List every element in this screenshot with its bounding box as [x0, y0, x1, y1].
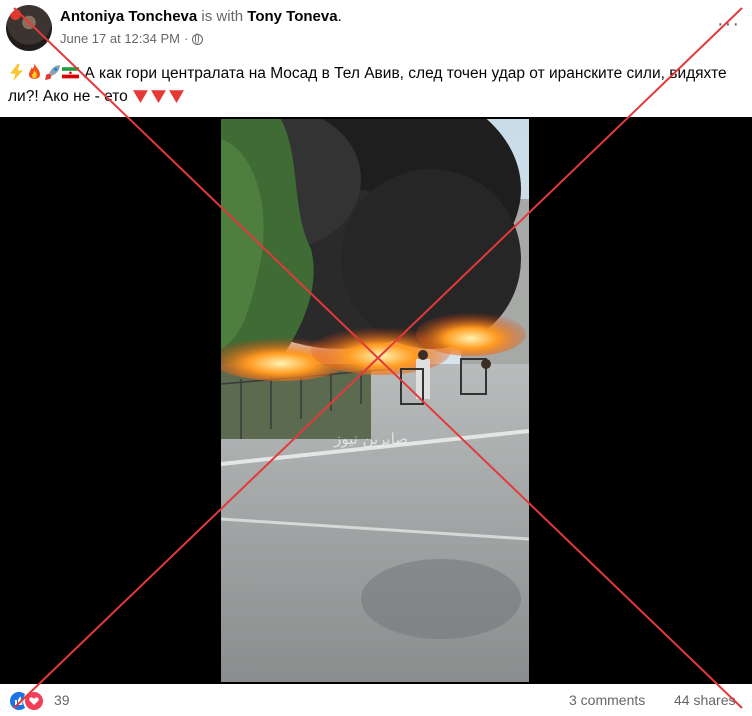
- high-voltage-emoji: [10, 64, 23, 81]
- comments-count-link[interactable]: 3 comments: [569, 692, 645, 708]
- post-text: А как гори централата на Мосад в Тел Ави…: [8, 62, 748, 108]
- post-body-text: А как гори централата на Мосад в Тел Ави…: [8, 65, 727, 105]
- post-header: Antoniya Toncheva is with Tony Toneva. J…: [0, 0, 752, 58]
- video-frame[interactable]: صابرين نيوز: [221, 119, 529, 682]
- author-line: Antoniya Toncheva is with Tony Toneva.: [60, 8, 342, 26]
- avatar[interactable]: [6, 5, 52, 51]
- meta-separator: ·: [183, 31, 189, 46]
- reactions-bar: 39 3 comments 44 shares: [0, 684, 752, 716]
- post-meta: June 17 at 12:34 PM ·: [60, 31, 204, 47]
- iran-flag-emoji: [62, 67, 79, 79]
- more-options-icon[interactable]: ···: [717, 14, 740, 34]
- with-text: is with: [201, 8, 244, 25]
- author-line-period: .: [337, 8, 342, 25]
- video-player[interactable]: صابرين نيوز: [0, 117, 752, 684]
- red-down-triangle-emoji: [151, 90, 167, 103]
- tagged-user-link[interactable]: Tony Toneva: [247, 8, 337, 25]
- shares-count-link[interactable]: 44 shares: [674, 692, 735, 708]
- globe-icon: [192, 33, 204, 45]
- avatar-badge: [10, 9, 21, 20]
- reaction-icons[interactable]: [8, 690, 48, 712]
- video-scene: صابرين نيوز: [221, 119, 529, 682]
- video-watermark: صابرين نيوز: [333, 430, 408, 448]
- rocket-emoji: [45, 65, 60, 80]
- red-down-triangle-emoji: [169, 90, 185, 103]
- author-name-link[interactable]: Antoniya Toncheva: [60, 8, 197, 25]
- reaction-count[interactable]: 39: [54, 692, 70, 708]
- post-timestamp-link[interactable]: June 17 at 12:34 PM: [60, 31, 180, 47]
- fire-emoji: [28, 64, 40, 79]
- red-down-triangle-emoji: [133, 90, 149, 103]
- love-icon: [23, 690, 45, 712]
